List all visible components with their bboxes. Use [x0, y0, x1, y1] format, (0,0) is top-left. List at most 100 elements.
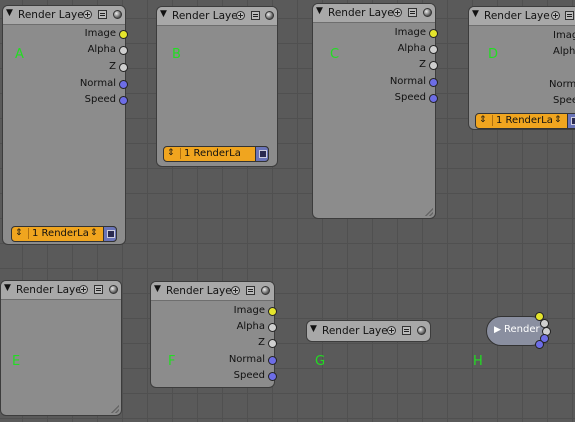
socket-speed[interactable]: [268, 372, 277, 381]
node-title: Render Laye: [18, 9, 84, 21]
socket-z[interactable]: [119, 63, 128, 72]
node-header[interactable]: ▼ Render Laye: [151, 282, 274, 301]
collapse-triangle-icon[interactable]: ▼: [154, 284, 161, 294]
updown-arrow-icon: ⇕: [15, 228, 23, 238]
socket-alpha-label: Alpha: [236, 321, 265, 332]
lines-icon[interactable]: [402, 326, 411, 335]
socket-alpha[interactable]: [119, 46, 128, 55]
lines-icon[interactable]: [565, 11, 574, 20]
socket-normal[interactable]: [119, 80, 128, 89]
label-b: B: [172, 47, 181, 62]
socket-z[interactable]: [268, 339, 277, 348]
node-h-collapsed[interactable]: ▶ Render: [486, 312, 551, 349]
socket-alpha[interactable]: [268, 323, 277, 332]
socket-image[interactable]: [119, 30, 128, 39]
lines-icon[interactable]: [98, 10, 107, 19]
node-b[interactable]: ▼ Render Laye ⇕ 1 RenderLa: [156, 6, 278, 167]
label-g: G: [315, 354, 326, 369]
socket-image-label: Image: [233, 305, 265, 316]
lines-icon[interactable]: [94, 285, 103, 294]
socket-speed[interactable]: [119, 96, 128, 105]
socket-speed-label: Speed: [84, 94, 116, 105]
sphere-icon[interactable]: [265, 11, 274, 20]
node-a[interactable]: ▼ Render Laye Image Alpha Z Normal Speed…: [2, 5, 128, 245]
plus-icon[interactable]: [231, 286, 240, 295]
socket-normal[interactable]: [429, 78, 438, 87]
node-title: Render Laye: [166, 285, 232, 297]
lines-icon[interactable]: [408, 8, 417, 17]
collapse-triangle-icon[interactable]: ▼: [316, 6, 323, 16]
socket-speed-label: Speed: [233, 370, 265, 381]
label-a: A: [15, 47, 24, 62]
node-c[interactable]: ▼ Render Laye Image Alpha Z Normal Speed: [312, 3, 438, 219]
node-header[interactable]: ▼ Render Laye: [157, 7, 277, 26]
node-header[interactable]: ▼ Render Laye: [313, 4, 435, 23]
updown-arrow-icon: ⇕: [90, 228, 98, 238]
socket-z-label: Z: [419, 59, 426, 70]
socket-speed[interactable]: [535, 340, 544, 349]
label-d: D: [488, 47, 499, 62]
node-f[interactable]: ▼ Render Laye Image Alpha Z Normal Speed: [150, 281, 277, 388]
node-header[interactable]: ▼ Render Laye: [1, 281, 121, 300]
expand-triangle-icon[interactable]: ▶: [494, 325, 501, 335]
label-h: H: [473, 354, 483, 369]
socket-image[interactable]: [268, 307, 277, 316]
collapse-triangle-icon[interactable]: ▼: [4, 283, 11, 293]
plus-icon[interactable]: [236, 11, 245, 20]
socket-normal[interactable]: [268, 356, 277, 365]
node-header[interactable]: ▼ Render Laye: [469, 7, 575, 26]
resize-grip-icon[interactable]: [425, 208, 433, 216]
socket-alpha-label: Alpha: [397, 43, 426, 54]
browse-button[interactable]: [567, 113, 575, 129]
node-g[interactable]: ▼ Render Laye: [306, 320, 431, 342]
selector-text: 1 RenderLa: [180, 148, 241, 159]
node-title: Render Laye: [16, 284, 82, 296]
socket-z[interactable]: [429, 61, 438, 70]
resize-grip-icon[interactable]: [111, 405, 119, 413]
plus-icon[interactable]: [551, 11, 560, 20]
node-e[interactable]: ▼ Render Laye: [0, 280, 122, 416]
socket-alpha-label: Alpha: [87, 44, 116, 55]
socket-normal-label: Normal: [549, 79, 575, 90]
node-title: Render Laye: [484, 10, 550, 22]
socket-alpha[interactable]: [429, 45, 438, 54]
browse-button[interactable]: [255, 146, 269, 162]
updown-arrow-icon: ⇕: [167, 148, 175, 158]
socket-image-label: Image: [394, 27, 426, 38]
selector-text: 1 RenderLa: [28, 228, 89, 239]
node-title: Render Laye: [322, 325, 388, 337]
socket-image-label: Image: [553, 30, 575, 41]
plus-icon[interactable]: [79, 285, 88, 294]
collapse-triangle-icon[interactable]: ▼: [310, 324, 317, 334]
collapse-triangle-icon[interactable]: ▼: [472, 9, 479, 19]
plus-icon[interactable]: [393, 8, 402, 17]
lines-icon[interactable]: [246, 286, 255, 295]
sphere-icon[interactable]: [261, 286, 270, 295]
sphere-icon[interactable]: [109, 285, 118, 294]
node-header[interactable]: ▼ Render Laye: [3, 6, 125, 25]
socket-speed[interactable]: [429, 94, 438, 103]
sphere-icon[interactable]: [113, 10, 122, 19]
plus-icon[interactable]: [387, 326, 396, 335]
socket-normal-label: Normal: [389, 76, 426, 87]
browse-button[interactable]: [103, 226, 117, 242]
sphere-icon[interactable]: [417, 326, 426, 335]
sphere-icon[interactable]: [423, 8, 432, 17]
render-layer-selector[interactable]: ⇕ 1 RenderLa ⇕: [475, 113, 575, 129]
label-e: E: [12, 354, 21, 369]
socket-speed-label: Speed: [553, 95, 575, 106]
node-header[interactable]: ▼ Render Laye: [307, 321, 430, 341]
collapse-triangle-icon[interactable]: ▼: [6, 8, 13, 18]
socket-alpha-label: Alpha: [553, 46, 575, 57]
collapse-triangle-icon[interactable]: ▼: [160, 9, 167, 19]
node-d[interactable]: ▼ Render Laye Image Alpha Normal Speed ⇕…: [468, 6, 575, 130]
socket-image[interactable]: [429, 29, 438, 38]
updown-arrow-icon: ⇕: [479, 115, 487, 125]
socket-normal-label: Normal: [79, 78, 116, 89]
render-layer-selector[interactable]: ⇕ 1 RenderLa ⇕: [11, 226, 117, 242]
node-title: Render Laye: [328, 7, 394, 19]
render-layer-selector[interactable]: ⇕ 1 RenderLa: [163, 146, 269, 162]
plus-icon[interactable]: [83, 10, 92, 19]
lines-icon[interactable]: [251, 11, 260, 20]
socket-normal-label: Normal: [228, 354, 265, 365]
